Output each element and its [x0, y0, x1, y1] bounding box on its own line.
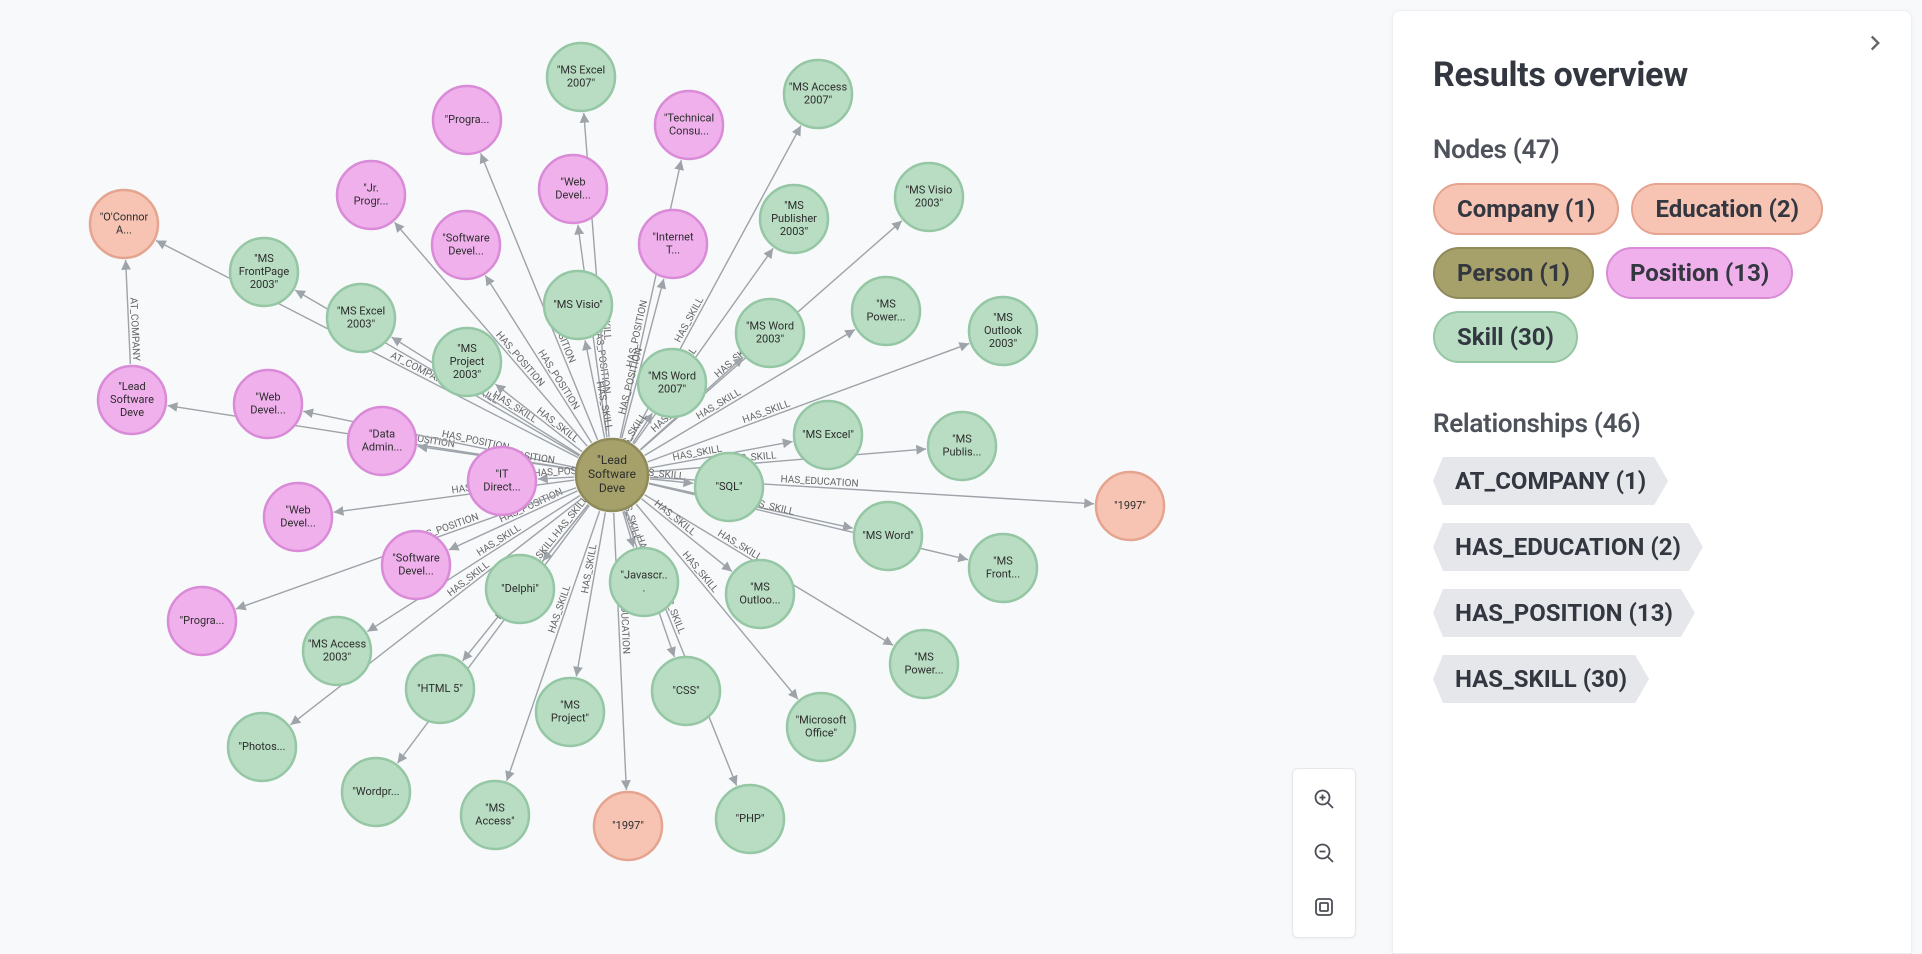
graph-node[interactable]: "MS Excel2007" — [547, 43, 615, 111]
graph-node[interactable]: "MSOutlook2003" — [969, 297, 1037, 365]
graph-node[interactable]: "MS Excel2003" — [327, 284, 395, 352]
graph-edge-label: HAS_EDUCATION — [780, 474, 859, 490]
graph-node[interactable]: "MS Visio" — [544, 271, 612, 339]
graph-node[interactable]: "Progra... — [168, 587, 236, 655]
zoom-in-button[interactable] — [1300, 775, 1348, 823]
svg-text:"WebDevel...: "WebDevel... — [280, 503, 316, 529]
graph-node[interactable]: "Wordpr... — [342, 758, 410, 826]
node-type-chips: Company (1)Education (2) Person (1)Positi… — [1433, 183, 1885, 363]
relationship-type-chip[interactable]: HAS_EDUCATION (2) — [1433, 523, 1703, 571]
graph-node[interactable]: "MS Access2003" — [303, 617, 371, 685]
graph-node[interactable]: "MS Word" — [854, 502, 922, 570]
svg-text:"WebDevel...: "WebDevel... — [555, 175, 591, 201]
results-overview-panel: Results overview Nodes (47) Company (1)E… — [1392, 10, 1912, 954]
graph-node[interactable]: "PHP" — [716, 785, 784, 853]
relationship-type-chip[interactable]: HAS_SKILL (30) — [1433, 655, 1649, 703]
svg-text:"SQL": "SQL" — [715, 480, 742, 493]
collapse-panel-button[interactable] — [1855, 23, 1895, 63]
node-type-chip[interactable]: Skill (30) — [1433, 311, 1578, 363]
graph-node[interactable]: "MSProject" — [536, 678, 604, 746]
graph-node[interactable]: "SoftwareDevel... — [382, 531, 450, 599]
svg-text:"CSS": "CSS" — [672, 684, 699, 697]
graph-node[interactable]: "MSPower... — [852, 277, 920, 345]
graph-node[interactable]: "Javascr... — [610, 548, 678, 616]
graph-node[interactable]: "SQL" — [695, 453, 763, 521]
nodes-section-header: Nodes (47) — [1433, 135, 1885, 165]
graph-node[interactable]: "Progra... — [433, 86, 501, 154]
graph-edge-label: HAS_SKILL — [580, 543, 600, 595]
svg-text:"SoftwareDevel...: "SoftwareDevel... — [442, 231, 490, 257]
zoom-panel — [1292, 768, 1356, 938]
svg-text:"MS Word": "MS Word" — [862, 529, 914, 542]
graph-node[interactable]: "CSS" — [652, 657, 720, 725]
graph-node[interactable]: "MicrosoftOffice" — [787, 693, 855, 761]
graph-node[interactable]: "InternetT... — [639, 210, 707, 278]
svg-text:"TechnicalConsu...: "TechnicalConsu... — [664, 111, 714, 137]
graph-node[interactable]: "MSProject2003" — [433, 328, 501, 396]
fit-view-button[interactable] — [1300, 883, 1348, 931]
graph-node[interactable]: "Delphi" — [486, 555, 554, 623]
graph-edge-label: HAS_SKILL — [673, 295, 707, 345]
zoom-out-button[interactable] — [1300, 829, 1348, 877]
graph-node[interactable]: "MS Visio2003" — [895, 163, 963, 231]
svg-text:"MS Excel": "MS Excel" — [802, 428, 854, 441]
relationships-section-header: Relationships (46) — [1433, 409, 1885, 439]
svg-text:"Delphi": "Delphi" — [501, 582, 539, 595]
graph-node[interactable]: "LeadSoftwareDeve — [98, 366, 166, 434]
svg-text:"WebDevel...: "WebDevel... — [250, 390, 286, 416]
graph-node[interactable]: "MSAccess" — [461, 781, 529, 849]
relationship-type-chips: AT_COMPANY (1) HAS_EDUCATION (2) HAS_POSIT… — [1433, 457, 1885, 703]
node-type-chip[interactable]: Position (13) — [1606, 247, 1793, 299]
graph-canvas[interactable]: AT_COMPANYHAS_EDUCATIONHAS_EDUCATIONHAS_… — [0, 0, 1372, 954]
graph-edge-label: HAS_SKILL — [652, 498, 698, 538]
node-type-chip[interactable]: Company (1) — [1433, 183, 1619, 235]
svg-text:"SoftwareDevel...: "SoftwareDevel... — [392, 551, 440, 577]
svg-text:"1997": "1997" — [612, 819, 644, 832]
graph-node[interactable]: "1997" — [594, 792, 662, 860]
graph-node[interactable]: "MSPublis... — [928, 412, 996, 480]
graph-node[interactable]: "DataAdmin... — [348, 407, 416, 475]
node-type-chip[interactable]: Person (1) — [1433, 247, 1594, 299]
node-type-chip[interactable]: Education (2) — [1631, 183, 1823, 235]
svg-text:"1997": "1997" — [1114, 499, 1146, 512]
panel-title: Results overview — [1433, 55, 1885, 95]
graph-edge-label: HAS_SKILL — [715, 528, 764, 564]
graph-node[interactable]: "MSFrontPage2003" — [230, 238, 298, 306]
graph-node[interactable]: "WebDevel... — [264, 483, 332, 551]
graph-node[interactable]: "O'ConnorA... — [90, 190, 158, 258]
graph-node[interactable]: "MSPublisher2003" — [760, 185, 828, 253]
graph-node[interactable]: "LeadSoftwareDeve — [576, 439, 648, 511]
svg-text:"HTML 5": "HTML 5" — [417, 682, 463, 695]
graph-node[interactable]: "MS Access2007" — [784, 60, 852, 128]
graph-node[interactable]: "Jr.Progr... — [337, 161, 405, 229]
svg-text:"PHP": "PHP" — [736, 812, 765, 825]
svg-text:"Progra...: "Progra... — [180, 614, 225, 627]
graph-node[interactable]: "MSOutloo... — [726, 560, 794, 628]
graph-node[interactable]: "WebDevel... — [539, 155, 607, 223]
graph-node[interactable]: "HTML 5" — [406, 655, 474, 723]
graph-node[interactable]: "Photos... — [228, 713, 296, 781]
graph-node[interactable]: "ITDirect... — [468, 447, 536, 515]
graph-node[interactable]: "WebDevel... — [234, 370, 302, 438]
graph-node[interactable]: "MS Word2003" — [736, 299, 804, 367]
svg-text:"MS Visio": "MS Visio" — [553, 298, 602, 311]
relationship-type-chip[interactable]: AT_COMPANY (1) — [1433, 457, 1668, 505]
graph-node[interactable]: "MS Word2007" — [638, 349, 706, 417]
svg-text:"Wordpr...: "Wordpr... — [352, 785, 399, 798]
graph-node[interactable]: "TechnicalConsu... — [655, 91, 723, 159]
graph-node[interactable]: "MSFront... — [969, 534, 1037, 602]
graph-node[interactable]: "MS Excel" — [794, 401, 862, 469]
graph-edge-label: HAS_SKILL — [475, 522, 523, 558]
svg-text:"Photos...: "Photos... — [239, 740, 286, 753]
svg-text:"Progra...: "Progra... — [445, 113, 490, 126]
graph-node[interactable]: "MSPower... — [890, 630, 958, 698]
graph-node[interactable]: "1997" — [1096, 472, 1164, 540]
relationship-type-chip[interactable]: HAS_POSITION (13) — [1433, 589, 1695, 637]
graph-node[interactable]: "SoftwareDevel... — [432, 211, 500, 279]
